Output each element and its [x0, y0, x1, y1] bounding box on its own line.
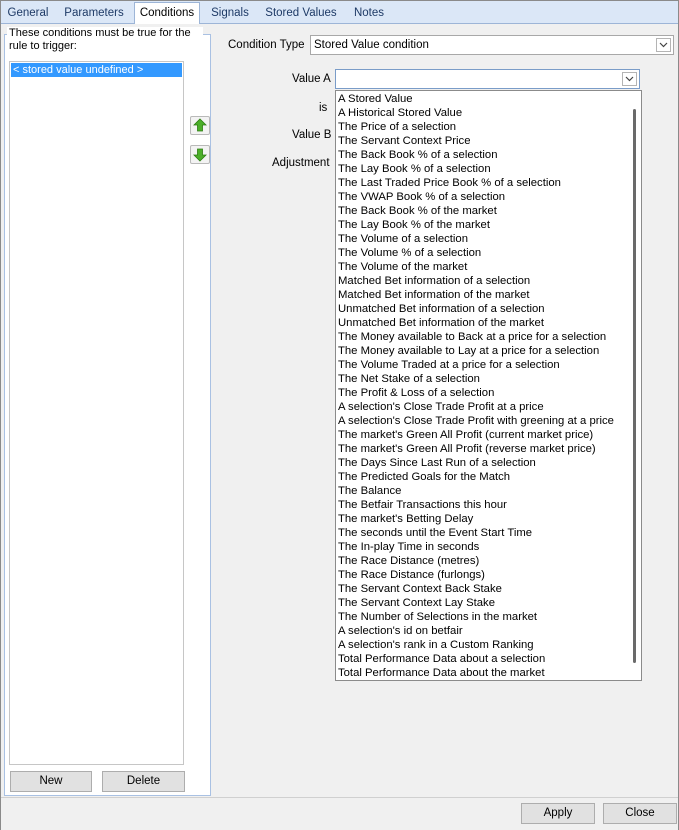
dropdown-option[interactable]: The seconds until the Event Start Time [338, 526, 532, 540]
dropdown-option[interactable]: The Servant Context Back Stake [338, 582, 502, 596]
is-label: is [319, 102, 328, 114]
dropdown-option[interactable]: The Volume of the market [338, 260, 467, 274]
value-b-label: Value B [292, 129, 332, 141]
dropdown-option[interactable]: The Lay Book % of a selection [338, 162, 491, 176]
tab-signals[interactable]: Signals [203, 3, 257, 23]
dropdown-option[interactable]: The Race Distance (metres) [338, 554, 479, 568]
dropdown-option[interactable]: The Predicted Goals for the Match [338, 470, 510, 484]
close-button[interactable]: Close [603, 803, 677, 824]
move-down-button[interactable] [190, 145, 210, 164]
dropdown-option[interactable]: The Betfair Transactions this hour [338, 498, 507, 512]
dropdown-scrollbar[interactable] [633, 109, 636, 663]
dropdown-option[interactable]: The market's Betting Delay [338, 512, 473, 526]
dropdown-option[interactable]: A Historical Stored Value [338, 106, 462, 120]
new-button[interactable]: New [10, 771, 92, 792]
value-a-dropdown-button[interactable] [622, 72, 637, 86]
dropdown-option[interactable]: The Volume of a selection [338, 232, 468, 246]
dropdown-option[interactable]: The Lay Book % of the market [338, 218, 490, 232]
condition-type-value: Stored Value condition [314, 39, 429, 51]
dropdown-option[interactable]: The Volume Traded at a price for a selec… [338, 358, 560, 372]
dropdown-option[interactable]: A selection's Close Trade Profit at a pr… [338, 400, 544, 414]
dropdown-option[interactable]: A Stored Value [338, 92, 413, 106]
dropdown-option[interactable]: The Servant Context Lay Stake [338, 596, 495, 610]
tab-general[interactable]: General [1, 3, 55, 23]
value-a-select[interactable] [335, 69, 640, 89]
value-a-label: Value A [292, 73, 331, 85]
move-up-button[interactable] [190, 116, 210, 135]
conditions-caption: These conditions must be true for the ru… [7, 27, 203, 53]
dropdown-option[interactable]: A selection's id on betfair [338, 624, 463, 638]
tab-bar: General Parameters Conditions Signals St… [1, 1, 678, 24]
chevron-down-icon [625, 76, 634, 82]
move-down-arrow-icon [193, 148, 207, 162]
condition-type-label: Condition Type [228, 39, 305, 51]
dropdown-option[interactable]: The market's Green All Profit (reverse m… [338, 442, 596, 456]
dropdown-option[interactable]: The Money available to Lay at a price fo… [338, 344, 599, 358]
dropdown-option[interactable]: Matched Bet information of a selection [338, 274, 530, 288]
dropdown-option[interactable]: The Volume % of a selection [338, 246, 481, 260]
condition-type-select[interactable]: Stored Value condition [310, 35, 674, 55]
dropdown-option[interactable]: The Price of a selection [338, 120, 456, 134]
dropdown-option[interactable]: The Back Book % of a selection [338, 148, 498, 162]
dropdown-option[interactable]: Total Performance Data about a selection [338, 652, 545, 666]
condition-type-dropdown-button[interactable] [656, 38, 671, 52]
value-a-dropdown-list[interactable]: A Stored Value A Historical Stored Value T… [335, 90, 642, 681]
dropdown-option[interactable]: Matched Bet information of the market [338, 288, 530, 302]
dropdown-option[interactable]: The Profit & Loss of a selection [338, 386, 494, 400]
tab-conditions[interactable]: Conditions [134, 2, 200, 24]
dropdown-option[interactable]: The Balance [338, 484, 401, 498]
dropdown-option[interactable]: A selection's rank in a Custom Ranking [338, 638, 534, 652]
dropdown-option[interactable]: The Money available to Back at a price f… [338, 330, 606, 344]
dropdown-option[interactable]: Unmatched Bet information of the market [338, 316, 544, 330]
chevron-down-icon [659, 42, 668, 48]
dropdown-option[interactable]: The Days Since Last Run of a selection [338, 456, 536, 470]
conditions-list[interactable]: < stored value undefined > [9, 61, 184, 765]
dropdown-option[interactable]: The Back Book % of the market [338, 204, 497, 218]
dropdown-option[interactable]: The Last Traded Price Book % of a select… [338, 176, 561, 190]
dropdown-option[interactable]: Total Performance Data about the market [338, 666, 545, 680]
delete-button[interactable]: Delete [102, 771, 185, 792]
dropdown-option[interactable]: Unmatched Bet information of a selection [338, 302, 545, 316]
dropdown-option[interactable]: The Servant Context Price [338, 134, 471, 148]
dropdown-option[interactable]: The Number of Selections in the market [338, 610, 537, 624]
tab-parameters[interactable]: Parameters [57, 3, 131, 23]
dropdown-option[interactable]: The VWAP Book % of a selection [338, 190, 505, 204]
tab-notes[interactable]: Notes [345, 3, 393, 23]
adjustment-label: Adjustment [272, 157, 330, 169]
dropdown-option[interactable]: A selection's Close Trade Profit with gr… [338, 414, 614, 428]
list-item[interactable]: < stored value undefined > [11, 63, 182, 77]
apply-button[interactable]: Apply [521, 803, 595, 824]
dropdown-option[interactable]: The market's Green All Profit (current m… [338, 428, 593, 442]
move-up-arrow-icon [193, 118, 207, 132]
dropdown-option[interactable]: The In-play Time in seconds [338, 540, 479, 554]
tab-stored-values[interactable]: Stored Values [260, 3, 342, 23]
dropdown-option[interactable]: The Race Distance (furlongs) [338, 568, 485, 582]
dropdown-option[interactable]: The Net Stake of a selection [338, 372, 480, 386]
